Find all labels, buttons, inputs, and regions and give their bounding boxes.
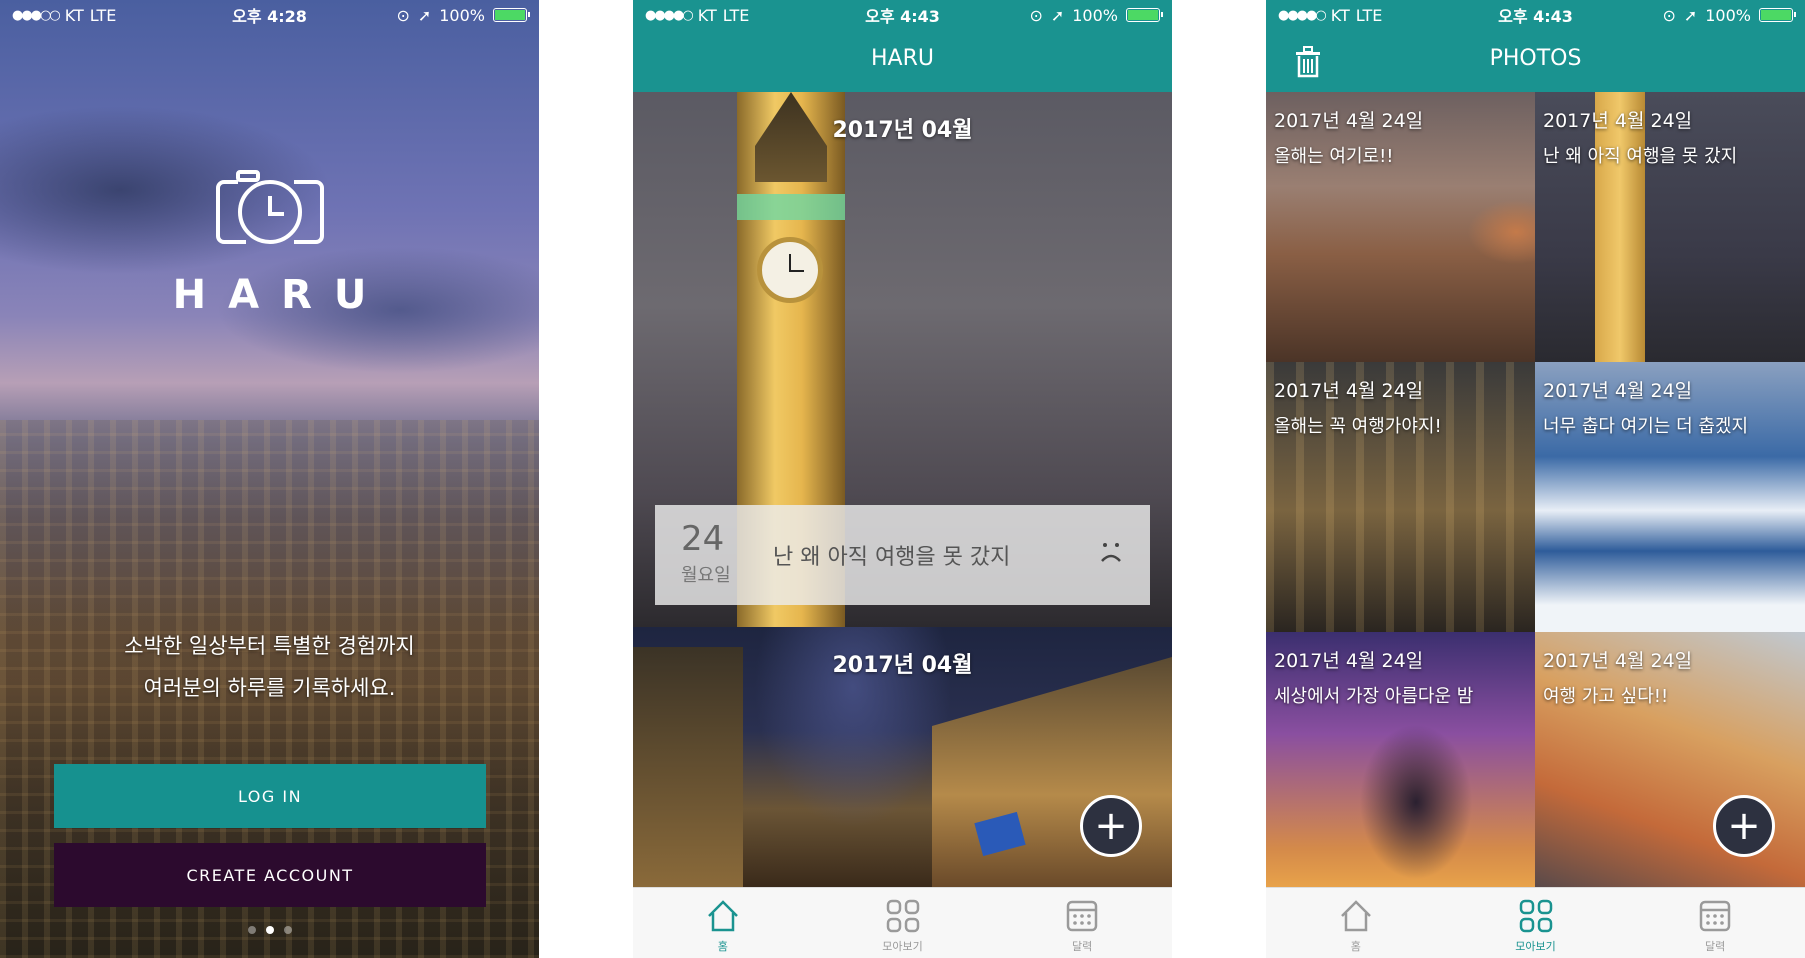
photo-date: 2017년 4월 24일 — [1274, 380, 1424, 402]
camera-clock-logo-icon — [216, 170, 324, 244]
tab-bar: 홈 모아보기 달력 — [1266, 887, 1805, 958]
photos-screen: PHOTOS ●●●●○ KT LTE 오후 4:43 ⊙ ➚ 100% 201… — [1266, 0, 1805, 958]
photo-tile[interactable]: 2017년 4월 24일 올해는 꼭 여행가야지! — [1266, 362, 1535, 632]
header-title: PHOTOS — [1489, 46, 1582, 71]
home-icon — [1340, 900, 1371, 932]
calendar-icon — [1699, 900, 1731, 932]
page-dot-active[interactable] — [265, 926, 274, 934]
battery-icon — [493, 8, 530, 22]
tab-label: 달력 — [1705, 940, 1726, 953]
tab-home[interactable]: 홈 — [633, 888, 813, 958]
create-account-button[interactable]: CREATE ACCOUNT — [54, 843, 486, 907]
entry-weekday: 월요일 — [681, 565, 731, 586]
photo-caption: 세상에서 가장 아름다운 밤 — [1274, 686, 1474, 707]
carrier: KT — [64, 5, 84, 25]
tagline-line-1: 소박한 일상부터 특별한 경험까지 — [124, 634, 415, 658]
tab-bar: 홈 모아보기 달력 — [633, 887, 1172, 958]
battery-percent: 100% — [1072, 5, 1118, 25]
grid-icon — [886, 899, 919, 933]
street-building-right — [932, 657, 1172, 887]
signal-icon: ●●●○○ — [12, 7, 61, 23]
add-photo-button[interactable]: + — [1713, 795, 1775, 857]
photo-tile[interactable]: 2017년 4월 24일 세상에서 가장 아름다운 밤 — [1266, 632, 1535, 887]
photo-caption: 여행 가고 싶다!! — [1543, 686, 1669, 707]
tab-label: 달력 — [1072, 940, 1093, 953]
grid-icon — [1519, 899, 1552, 933]
tab-label: 홈 — [717, 940, 728, 953]
signal-icon: ●●●●○ — [645, 7, 694, 23]
carrier: KT — [1330, 5, 1350, 25]
page-dot[interactable] — [247, 926, 256, 934]
photo-tile[interactable]: 2017년 4월 24일 올해는 여기로!! — [1266, 92, 1535, 362]
rotation-lock-icon: ⊙ — [1029, 5, 1043, 25]
location-icon: ➚ — [417, 5, 432, 25]
login-button[interactable]: LOG IN — [54, 764, 486, 828]
battery-percent: 100% — [1705, 5, 1751, 25]
photo-date: 2017년 4월 24일 — [1274, 650, 1424, 672]
app-logo-text: HARU — [172, 272, 389, 318]
battery-icon — [1126, 8, 1163, 22]
rotation-lock-icon: ⊙ — [1662, 5, 1676, 25]
page-dot[interactable] — [283, 926, 292, 934]
photo-caption: 올해는 여기로!! — [1274, 146, 1394, 167]
tab-label: 홈 — [1350, 940, 1361, 953]
street-building-left — [633, 647, 743, 887]
location-icon: ➚ — [1683, 5, 1698, 25]
header-title: HARU — [871, 46, 934, 71]
calendar-icon — [1066, 900, 1098, 932]
tab-collection[interactable]: 모아보기 — [813, 888, 993, 958]
network-type: LTE — [1355, 5, 1383, 25]
battery-icon — [1759, 8, 1796, 22]
photo-caption: 너무 춥다 여기는 더 춥겠지 — [1543, 416, 1749, 437]
entry-day: 24 — [681, 519, 725, 559]
sad-face-icon — [1101, 543, 1121, 562]
diary-card[interactable]: 2017년 04월 24 월요일 난 왜 아직 여행을 못 갔지 — [633, 92, 1172, 627]
rotation-lock-icon: ⊙ — [396, 5, 410, 25]
home-icon — [707, 900, 738, 932]
photo-tile[interactable]: 2017년 4월 24일 난 왜 아직 여행을 못 갔지 — [1535, 92, 1805, 362]
tab-home[interactable]: 홈 — [1266, 888, 1446, 958]
status-bar: ●●●●○ KT LTE 오후 4:43 ⊙ ➚ 100% — [633, 0, 1172, 30]
network-type: LTE — [722, 5, 750, 25]
card-month: 2017년 04월 — [832, 118, 973, 143]
tab-label: 모아보기 — [882, 940, 923, 953]
photo-grid: 2017년 4월 24일 올해는 여기로!! 2017년 4월 24일 난 왜 … — [1266, 92, 1805, 887]
card-month: 2017년 04월 — [832, 653, 973, 678]
photo-caption: 난 왜 아직 여행을 못 갔지 — [1543, 146, 1738, 167]
carrier: KT — [697, 5, 717, 25]
photo-date: 2017년 4월 24일 — [1543, 650, 1693, 672]
entry-text: 난 왜 아직 여행을 못 갔지 — [773, 545, 1011, 570]
page-indicator[interactable] — [0, 926, 539, 934]
tab-calendar[interactable]: 달력 — [992, 888, 1172, 958]
tab-collection[interactable]: 모아보기 — [1446, 888, 1626, 958]
clock-face — [757, 237, 823, 303]
location-icon: ➚ — [1050, 5, 1065, 25]
signal-icon: ●●●●○ — [1278, 7, 1327, 23]
photo-caption: 올해는 꼭 여행가야지! — [1274, 416, 1442, 437]
battery-percent: 100% — [439, 5, 485, 25]
feed-screen: HARU ●●●●○ KT LTE 오후 4:43 ⊙ ➚ 100% 2017년… — [633, 0, 1172, 958]
photo-date: 2017년 4월 24일 — [1543, 110, 1693, 132]
add-entry-button[interactable]: + — [1080, 795, 1142, 857]
photo-date: 2017년 4월 24일 — [1543, 380, 1693, 402]
status-bar: ●●●○○ KT LTE 오후 4:28 ⊙ ➚ 100% — [0, 0, 539, 30]
trash-icon[interactable] — [1294, 46, 1322, 78]
photo-tile[interactable]: 2017년 4월 24일 너무 춥다 여기는 더 춥겠지 — [1535, 362, 1805, 632]
photo-date: 2017년 4월 24일 — [1274, 110, 1424, 132]
status-bar: ●●●●○ KT LTE 오후 4:43 ⊙ ➚ 100% — [1266, 0, 1805, 30]
tower-belfry-light — [737, 194, 845, 220]
tagline-line-2: 여러분의 하루를 기록하세요. — [143, 676, 396, 700]
tab-label: 모아보기 — [1515, 940, 1556, 953]
network-type: LTE — [89, 5, 117, 25]
diary-entry-panel[interactable]: 24 월요일 난 왜 아직 여행을 못 갔지 — [655, 505, 1150, 605]
welcome-screen: ●●●○○ KT LTE 오후 4:28 ⊙ ➚ 100% HARU 소박한 일… — [0, 0, 539, 958]
tab-calendar[interactable]: 달력 — [1625, 888, 1805, 958]
